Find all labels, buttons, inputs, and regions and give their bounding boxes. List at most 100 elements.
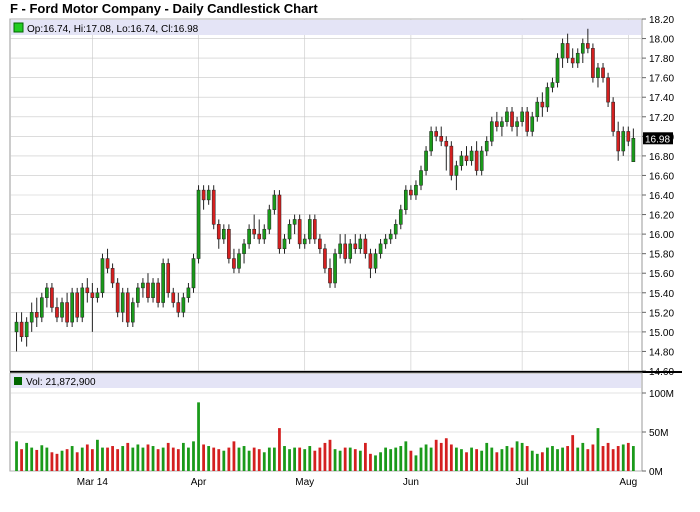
- candle-body: [14, 321, 19, 333]
- y-tick-label: 18.00: [649, 35, 674, 46]
- candle-body: [120, 292, 125, 313]
- candle-body: [232, 258, 236, 269]
- candle-body: [216, 224, 221, 240]
- candle-body: [125, 292, 130, 323]
- candle-body: [206, 189, 211, 201]
- candle-body: [65, 302, 69, 323]
- candle-body: [454, 165, 459, 176]
- volume-bar: [96, 439, 99, 471]
- candle-body: [90, 292, 95, 298]
- candle-body: [29, 312, 34, 323]
- volume-bar: [171, 447, 175, 471]
- volume-bar: [146, 444, 150, 471]
- volume-bar: [75, 452, 79, 471]
- volume-bar: [510, 447, 514, 471]
- y-tick-label: 15.40: [649, 289, 674, 300]
- volume-bar: [409, 450, 413, 471]
- volume-bar: [70, 446, 74, 471]
- x-tick-label: May: [295, 477, 314, 488]
- candle-body: [616, 131, 621, 152]
- candle-body: [505, 111, 509, 122]
- y-tick-label: 17.60: [649, 74, 674, 85]
- candle-body: [323, 248, 327, 269]
- candle-body: [484, 140, 489, 152]
- candle-body: [495, 121, 499, 127]
- candle-body: [45, 287, 49, 298]
- y-tick-label: 16.00: [649, 230, 674, 241]
- volume-bar: [298, 447, 302, 471]
- volume-bar: [576, 447, 580, 471]
- candle-body: [459, 155, 464, 166]
- volume-bar: [55, 453, 59, 471]
- volume-bar: [328, 439, 332, 471]
- volume-bar: [449, 444, 453, 471]
- volume-bar: [131, 447, 135, 471]
- volume-bar: [358, 450, 362, 471]
- candle-body: [606, 77, 610, 103]
- volume-tick-label: 0M: [649, 467, 663, 478]
- candle-body: [136, 287, 140, 303]
- volume-bar: [207, 446, 211, 471]
- volume-legend-bar: [11, 374, 641, 388]
- volume-bar: [384, 447, 388, 471]
- volume-bar: [596, 428, 600, 471]
- volume-bar: [439, 442, 443, 471]
- volume-bar: [490, 447, 494, 471]
- candle-body: [333, 253, 337, 284]
- volume-bar: [192, 441, 195, 471]
- volume-bar: [313, 450, 317, 471]
- candle-body: [34, 312, 39, 318]
- candle-body: [591, 48, 595, 78]
- volume-bar: [379, 452, 382, 471]
- candle-body: [560, 43, 565, 59]
- y-tick-label: 15.60: [649, 269, 674, 280]
- volume-bar: [303, 449, 307, 471]
- volume-bar: [424, 444, 428, 471]
- y-tick-label: 14.80: [649, 347, 674, 358]
- candle-body: [393, 224, 398, 235]
- candle-body: [176, 302, 181, 313]
- y-tick-label: 16.60: [649, 171, 674, 182]
- candle-body: [338, 243, 342, 254]
- candle-body: [550, 82, 555, 88]
- candle-body: [262, 228, 267, 240]
- candle-body: [201, 189, 206, 201]
- volume-bar: [60, 450, 64, 471]
- candle-body: [378, 243, 383, 254]
- candle-body: [545, 87, 550, 108]
- volume-bar: [631, 446, 635, 471]
- volume-bar: [470, 447, 473, 471]
- volume-bar: [551, 446, 554, 471]
- volume-bar: [232, 441, 236, 471]
- volume-bar: [505, 446, 509, 471]
- candle-body: [348, 243, 353, 259]
- candle-body: [611, 101, 615, 132]
- volume-bar: [15, 441, 18, 471]
- candle-body: [419, 170, 423, 186]
- volume-bar: [556, 449, 559, 471]
- candle-body: [292, 219, 297, 225]
- volume-bar: [475, 449, 479, 471]
- y-tick-label: 17.80: [649, 54, 674, 65]
- volume-bar: [40, 445, 44, 471]
- volume-bar: [181, 442, 185, 471]
- volume-bar: [116, 449, 120, 471]
- volume-tick-label: 100M: [649, 389, 674, 400]
- volume-bar: [429, 447, 433, 471]
- candle-body: [358, 238, 363, 250]
- y-tick-label: 16.80: [649, 152, 674, 163]
- volume-legend-swatch: [14, 377, 22, 385]
- candle-body: [388, 233, 393, 240]
- candle-body: [626, 131, 631, 142]
- volume-bar: [515, 441, 519, 471]
- volume-bar: [283, 446, 286, 471]
- candle-body: [146, 282, 150, 298]
- volume-bar: [45, 447, 49, 471]
- y-tick-label: 16.40: [649, 191, 674, 202]
- volume-bar: [520, 442, 524, 471]
- volume-bar: [187, 447, 190, 471]
- y-tick-label: 17.40: [649, 93, 674, 104]
- candle-body: [520, 111, 524, 122]
- candle-body: [267, 209, 272, 230]
- volume-bar: [616, 446, 620, 471]
